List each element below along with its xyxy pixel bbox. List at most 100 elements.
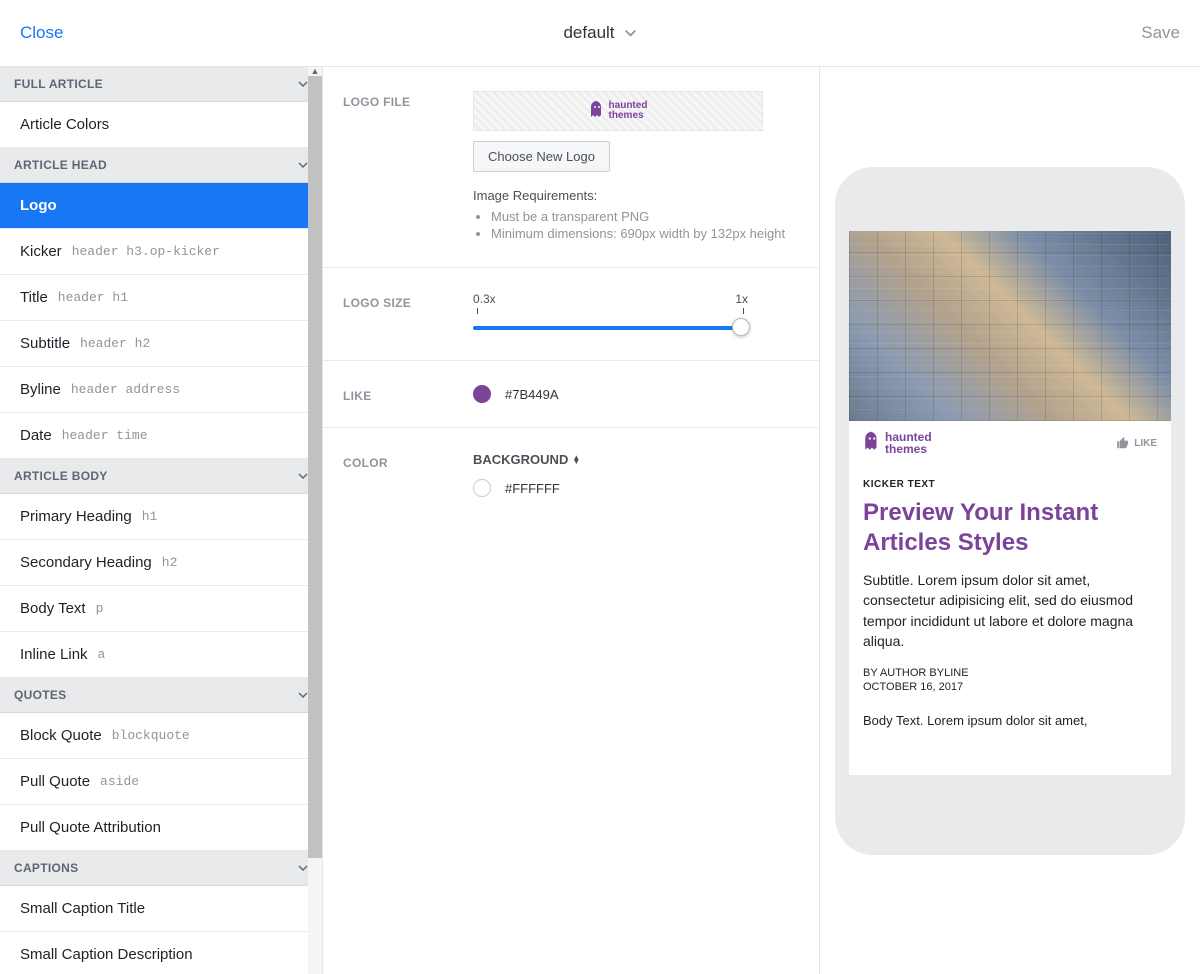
like-color-value: #7B449A	[505, 387, 559, 402]
sidebar-item-label: Primary Heading	[20, 508, 132, 525]
like-badge: LIKE	[1116, 436, 1157, 450]
color-row: COLOR BACKGROUND ▲▼ #FFFFFF	[323, 428, 819, 521]
sidebar-item[interactable]: Secondary Heading h2	[0, 540, 322, 586]
hero-image	[849, 231, 1171, 421]
save-button[interactable]: Save	[1141, 23, 1180, 43]
thumbs-up-icon	[1116, 436, 1130, 450]
sidebar-item-label: Pull Quote Attribution	[20, 819, 161, 836]
sidebar-item-meta: header address	[71, 382, 180, 397]
sidebar-item-label: Logo	[20, 197, 57, 214]
sidebar-item-meta: blockquote	[112, 728, 190, 743]
logo-brand-text2: themes	[609, 111, 648, 121]
preview-logo: haunted themes	[863, 431, 932, 455]
logo-size-slider[interactable]	[473, 318, 748, 336]
sidebar-item-label: Title	[20, 289, 48, 306]
color-label: COLOR	[343, 452, 473, 470]
sidebar-item-label: Block Quote	[20, 727, 102, 744]
group-header[interactable]: FULL ARTICLE	[0, 67, 322, 102]
sidebar-item-meta: h1	[142, 509, 158, 524]
logo-size-row: LOGO SIZE 0.3x 1x	[323, 268, 819, 361]
requirement-item: Minimum dimensions: 690px width by 132px…	[491, 226, 799, 241]
preview-byline: BY AUTHOR BYLINE	[863, 667, 1157, 679]
preview-subtitle: Subtitle. Lorem ipsum dolor sit amet, co…	[863, 570, 1157, 651]
background-color-swatch[interactable]	[473, 479, 491, 497]
slider-max-label: 1x	[735, 292, 748, 306]
sidebar-item[interactable]: Byline header address	[0, 367, 322, 413]
sort-icon: ▲▼	[572, 456, 580, 464]
group-header[interactable]: ARTICLE HEAD	[0, 148, 322, 183]
scrollbar-track[interactable]: ▲	[308, 67, 322, 974]
preview-date: OCTOBER 16, 2017	[863, 681, 1157, 693]
sidebar-item[interactable]: Block Quote blockquote	[0, 713, 322, 759]
sidebar-item[interactable]: Primary Heading h1	[0, 494, 322, 540]
slider-thumb[interactable]	[732, 318, 750, 336]
chevron-down-icon	[625, 27, 637, 39]
sidebar-item[interactable]: Date header time	[0, 413, 322, 459]
sidebar-item-label: Inline Link	[20, 646, 88, 663]
sidebar-item[interactable]: Small Caption Description	[0, 932, 322, 974]
choose-logo-button[interactable]: Choose New Logo	[473, 141, 610, 172]
sidebar-item[interactable]: Pull Quote Attribution	[0, 805, 322, 851]
preview-body-text: Body Text. Lorem ipsum dolor sit amet,	[863, 713, 1157, 728]
close-button[interactable]: Close	[20, 23, 63, 43]
logo-file-label: LOGO FILE	[343, 91, 473, 109]
sidebar-item[interactable]: Article Colors	[0, 102, 322, 148]
sidebar-item[interactable]: Inline Link a	[0, 632, 322, 678]
sidebar-item-label: Article Colors	[20, 116, 109, 133]
sidebar-item-meta: header h1	[58, 290, 128, 305]
sidebar-item-label: Date	[20, 427, 52, 444]
phone-frame: haunted themes LIKE KICKER TEXT Preview …	[835, 167, 1185, 855]
background-color-value: #FFFFFF	[505, 481, 560, 496]
sidebar-item-label: Secondary Heading	[20, 554, 152, 571]
logo-file-row: LOGO FILE haunted themes Choose New Logo…	[323, 67, 819, 268]
sidebar-item[interactable]: Body Text p	[0, 586, 322, 632]
background-select[interactable]: BACKGROUND ▲▼	[473, 452, 799, 467]
like-color-row: LIKE #7B449A	[323, 361, 819, 428]
scrollbar-thumb[interactable]	[308, 76, 322, 858]
preview-kicker: KICKER TEXT	[863, 479, 1157, 490]
like-color-swatch[interactable]	[473, 385, 491, 403]
sidebar: FULL ARTICLE Article Colors ARTICLE HEAD Lo…	[0, 67, 323, 974]
sidebar-item-label: Pull Quote	[20, 773, 90, 790]
sidebar-item-meta: header h3.op-kicker	[72, 244, 220, 259]
sidebar-item-meta: h2	[162, 555, 178, 570]
topbar: Close default Save	[0, 0, 1200, 66]
scroll-up-arrow[interactable]: ▲	[308, 67, 322, 76]
sidebar-item-meta: header time	[62, 428, 148, 443]
sidebar-item-label: Small Caption Description	[20, 946, 193, 963]
sidebar-item-meta: p	[96, 601, 104, 616]
layout: FULL ARTICLE Article Colors ARTICLE HEAD Lo…	[0, 66, 1200, 974]
preview-panel: haunted themes LIKE KICKER TEXT Preview …	[820, 67, 1200, 974]
sidebar-item[interactable]: Logo	[0, 183, 322, 229]
preview-title: Preview Your Instant Articles Styles	[863, 498, 1157, 558]
requirements-title: Image Requirements:	[473, 188, 799, 203]
sidebar-item[interactable]: Kicker header h3.op-kicker	[0, 229, 322, 275]
sidebar-item[interactable]: Pull Quote aside	[0, 759, 322, 805]
sidebar-item[interactable]: Title header h1	[0, 275, 322, 321]
ghost-icon	[589, 101, 605, 121]
logo-preview-box: haunted themes	[473, 91, 763, 131]
phone-screen: haunted themes LIKE KICKER TEXT Preview …	[849, 231, 1171, 775]
sidebar-item-meta: header h2	[80, 336, 150, 351]
logo-size-label: LOGO SIZE	[343, 292, 473, 310]
sidebar-item-label: Kicker	[20, 243, 62, 260]
sidebar-item-label: Body Text	[20, 600, 86, 617]
sidebar-item-meta: aside	[100, 774, 139, 789]
group-header[interactable]: ARTICLE BODY	[0, 459, 322, 494]
sidebar-item-label: Small Caption Title	[20, 900, 145, 917]
ghost-icon	[863, 431, 881, 455]
requirement-item: Must be a transparent PNG	[491, 209, 799, 224]
slider-track	[473, 326, 748, 330]
style-selector[interactable]: default	[563, 23, 636, 43]
group-header[interactable]: CAPTIONS	[0, 851, 322, 886]
sidebar-item[interactable]: Subtitle header h2	[0, 321, 322, 367]
like-label: LIKE	[343, 385, 473, 403]
sidebar-item-label: Byline	[20, 381, 61, 398]
slider-min-label: 0.3x	[473, 292, 496, 306]
sidebar-item-meta: a	[98, 647, 106, 662]
group-header[interactable]: QUOTES	[0, 678, 322, 713]
sidebar-item-label: Subtitle	[20, 335, 70, 352]
settings-panel: LOGO FILE haunted themes Choose New Logo…	[323, 67, 820, 974]
sidebar-item[interactable]: Small Caption Title	[0, 886, 322, 932]
requirements-list: Must be a transparent PNG Minimum dimens…	[473, 209, 799, 241]
